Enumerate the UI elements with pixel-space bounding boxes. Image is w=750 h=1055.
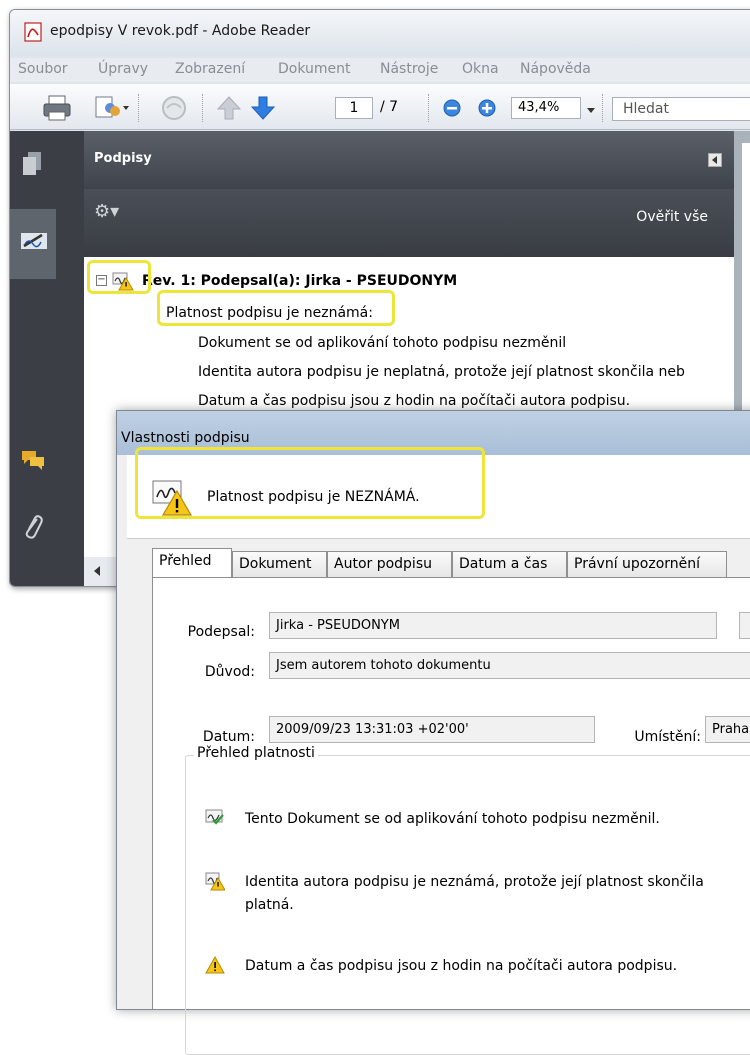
pdf-file-icon [24,22,42,42]
toolbar-separator [602,94,604,122]
dialog-title: Vlastnosti podpisu [121,430,250,446]
toolbar-separator [138,94,140,122]
signature-valid-icon [205,808,225,830]
search-input[interactable]: Hledat [612,97,750,121]
signature-revision-label[interactable]: Rev. 1: Podepsal(a): Jirka - PSEUDONYM [142,273,457,289]
zoom-in-icon[interactable] [477,98,497,122]
tab-autor-podpisu[interactable]: Autor podpisu [327,551,452,577]
summary-item-identity-unknown-cont: platná. [245,897,294,913]
title-bar: epodpisy V revok.pdf - Adobe Reader [10,10,750,56]
signatures-panel-header: Podpisy [84,131,734,189]
navigation-panel-bar [10,131,84,586]
sign-disabled-icon [158,94,190,126]
pages-icon[interactable] [22,151,42,181]
menu-zobrazeni[interactable]: Zobrazení [175,61,245,77]
signature-detail-item[interactable]: Datum a čas podpisu jsou z hodin na počí… [198,393,630,409]
tab-pravni-upozorneni[interactable]: Právní upozornění [567,551,727,577]
menu-upravy[interactable]: Úpravy [98,61,148,77]
highlight-frame [135,447,485,519]
menu-nastroje[interactable]: Nástroje [380,61,438,77]
page-number-input[interactable]: 1 [335,97,373,119]
toolbar-separator [428,94,430,122]
identity-warning-icon [205,871,226,895]
location-field[interactable]: Praha [705,716,750,743]
highlight-frame [157,290,395,326]
menu-napoveda[interactable]: Nápověda [520,61,591,77]
summary-item-time-from-local-clock: Datum a čas podpisu jsou z hodin na počí… [245,958,678,974]
signer-field[interactable]: Jirka - PSEUDONYM [269,612,717,639]
scroll-left-icon[interactable] [92,565,102,581]
signature-detail-item[interactable]: Identita autora podpisu je neplatná, pro… [198,364,685,380]
gear-icon[interactable]: ⚙▾ [94,201,119,222]
signature-pen-icon[interactable] [20,229,48,257]
location-label: Umístění: [634,729,701,745]
signature-properties-dialog: Vlastnosti podpisu Platnost podpisu je N… [116,410,750,1055]
attachments-paperclip-icon[interactable] [22,513,44,545]
window-title: epodpisy V revok.pdf - Adobe Reader [50,23,311,39]
warning-icon [205,955,225,978]
next-page-icon[interactable] [250,94,276,126]
panel-title: Podpisy [94,151,152,166]
share-users-icon[interactable] [94,94,130,126]
tab-datum-a-cas[interactable]: Datum a čas [452,551,567,577]
panel-collapse-button[interactable] [708,153,722,167]
date-field[interactable]: 2009/09/23 13:31:03 +02'00' [269,716,595,743]
zoom-level-input[interactable]: 43,4% [511,97,581,119]
signer-label: Podepsal: [187,624,255,640]
menu-bar: Soubor Úpravy Zobrazení Dokument Nástroj… [10,58,750,82]
page-total: / 7 [380,99,399,115]
show-certificate-button[interactable] [739,612,750,639]
summary-item-identity-unknown: Identita autora podpisu je neznámá, prot… [245,874,704,890]
menu-dokument[interactable]: Dokument [278,61,351,77]
menu-soubor[interactable]: Soubor [18,61,68,77]
signature-detail-item[interactable]: Dokument se od aplikování tohoto podpisu… [198,335,566,351]
summary-item-document-unchanged: Tento Dokument se od aplikování tohoto p… [245,811,660,827]
tab-dokument[interactable]: Dokument [232,551,327,577]
tab-prehled[interactable]: Přehled [152,548,232,578]
highlight-frame [87,260,151,294]
reason-label: Důvod: [204,664,255,680]
signatures-panel-options: ⚙▾ Ověřit vše [84,189,734,257]
validity-summary-title: Přehled platnosti [194,745,318,761]
comments-icon[interactable] [20,449,46,475]
print-icon[interactable] [42,94,72,126]
previous-page-icon[interactable] [216,94,242,126]
zoom-dropdown-icon[interactable] [586,104,596,119]
reason-field[interactable]: Jsem autorem tohoto dokumentu [269,652,750,679]
date-label: Datum: [202,729,255,745]
toolbar: 1 / 7 43,4% Hledat [10,84,750,130]
menu-okna[interactable]: Okna [462,61,499,77]
toolbar-separator [202,94,204,122]
zoom-out-icon[interactable] [442,98,462,122]
verify-all-button[interactable]: Ověřit vše [636,209,708,225]
